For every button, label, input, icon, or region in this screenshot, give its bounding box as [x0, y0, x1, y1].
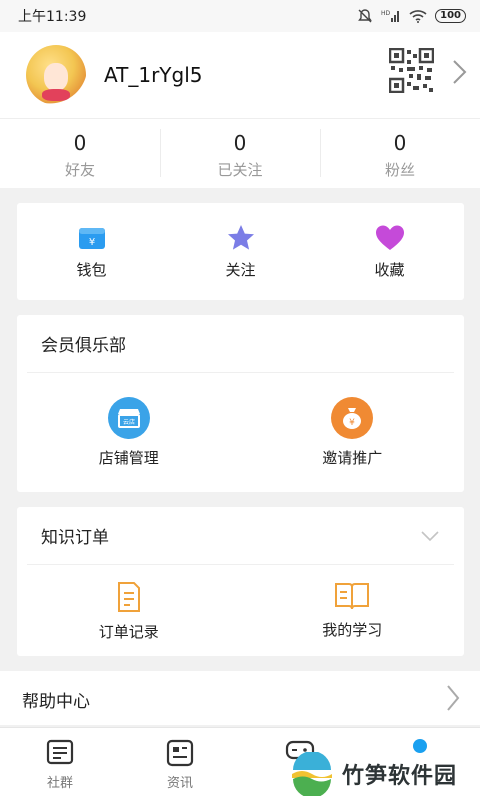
tab-community[interactable]: 社群: [0, 728, 120, 800]
my-learning-item[interactable]: 我的学习: [241, 565, 465, 642]
chevron-right-icon[interactable]: [443, 683, 463, 713]
knowledge-orders-header[interactable]: 知识订单: [27, 507, 454, 565]
watermark-text: 竹笋软件园: [342, 764, 458, 789]
quick-action-favorites[interactable]: 收藏: [315, 203, 464, 300]
profile-header[interactable]: AT_1rYgl5: [0, 32, 480, 118]
stat-friends[interactable]: 0 好友: [0, 119, 160, 188]
stat-label: 粉丝: [384, 161, 415, 179]
store-icon: 云店: [107, 397, 150, 439]
section-title: 知识订单: [41, 528, 109, 548]
avatar[interactable]: [26, 45, 86, 105]
order-records-label: 订单记录: [98, 623, 159, 641]
svg-text:¥: ¥: [349, 418, 355, 428]
tab-news[interactable]: 资讯: [120, 728, 240, 800]
mute-icon: [358, 9, 373, 23]
quick-action-wallet[interactable]: ¥ 钱包: [17, 203, 166, 300]
invite-promotion-label: 邀请推广: [322, 449, 383, 467]
wifi-icon: [409, 10, 427, 23]
quick-action-label: 钱包: [76, 261, 107, 279]
stat-value: 0: [393, 131, 407, 155]
my-learning-label: 我的学习: [322, 621, 383, 639]
heart-icon: [375, 225, 404, 250]
chevron-down-icon[interactable]: [420, 530, 440, 542]
section-title: 会员俱乐部: [41, 336, 126, 356]
knowledge-orders-card: 知识订单 订单记录 我的学习: [17, 507, 464, 656]
store-management-label: 店铺管理: [98, 449, 159, 467]
watermark-logo-icon: [291, 752, 333, 796]
stat-value: 0: [73, 131, 87, 155]
status-bar: 上午11:39 HD 100: [0, 0, 480, 32]
svg-text:¥: ¥: [88, 237, 94, 248]
stat-label: 已关注: [217, 161, 263, 179]
help-center-row[interactable]: 帮助中心: [0, 671, 480, 725]
username: AT_1rYgl5: [104, 63, 203, 87]
money-bag-icon: ¥: [331, 397, 374, 439]
community-icon: [46, 739, 74, 765]
member-club-card: 会员俱乐部 云店 店铺管理 ¥ 邀请推广: [17, 315, 464, 492]
battery-indicator: 100: [435, 9, 466, 23]
news-icon: [166, 739, 194, 767]
tab-label: 社群: [46, 776, 73, 791]
qr-code-icon[interactable]: [389, 48, 434, 93]
help-center-label: 帮助中心: [22, 692, 90, 712]
chevron-right-icon[interactable]: [447, 58, 471, 86]
member-club-header: 会员俱乐部: [27, 315, 454, 373]
quick-action-label: 关注: [225, 261, 256, 279]
order-records-item[interactable]: 订单记录: [17, 565, 241, 642]
signal-icon: HD: [381, 10, 400, 22]
quick-action-label: 收藏: [374, 261, 405, 279]
tab-label: 资讯: [166, 776, 193, 791]
quick-actions-card: ¥ 钱包 关注 收藏: [17, 203, 464, 300]
document-icon: [117, 582, 140, 612]
status-icons: HD 100: [357, 8, 466, 24]
svg-text:HD: HD: [381, 10, 391, 17]
book-icon: [335, 583, 370, 610]
star-icon: [227, 225, 254, 250]
stats-bar: 0 好友 0 已关注 0 粉丝: [0, 118, 480, 188]
wallet-icon: ¥: [78, 228, 105, 249]
store-management-item[interactable]: 云店 店铺管理: [17, 373, 241, 468]
stat-label: 好友: [64, 161, 95, 179]
stat-followers[interactable]: 0 粉丝: [320, 119, 480, 188]
knowledge-orders-grid: 订单记录 我的学习: [17, 565, 464, 642]
stat-value: 0: [233, 131, 247, 155]
invite-promotion-item[interactable]: ¥ 邀请推广: [241, 373, 465, 468]
watermark: 竹笋软件园: [290, 752, 457, 796]
member-club-grid: 云店 店铺管理 ¥ 邀请推广: [17, 373, 464, 468]
svg-text:云店: 云店: [123, 418, 135, 426]
status-time: 上午11:39: [18, 9, 87, 25]
stat-following[interactable]: 0 已关注: [160, 119, 320, 188]
quick-action-follow[interactable]: 关注: [166, 203, 315, 300]
